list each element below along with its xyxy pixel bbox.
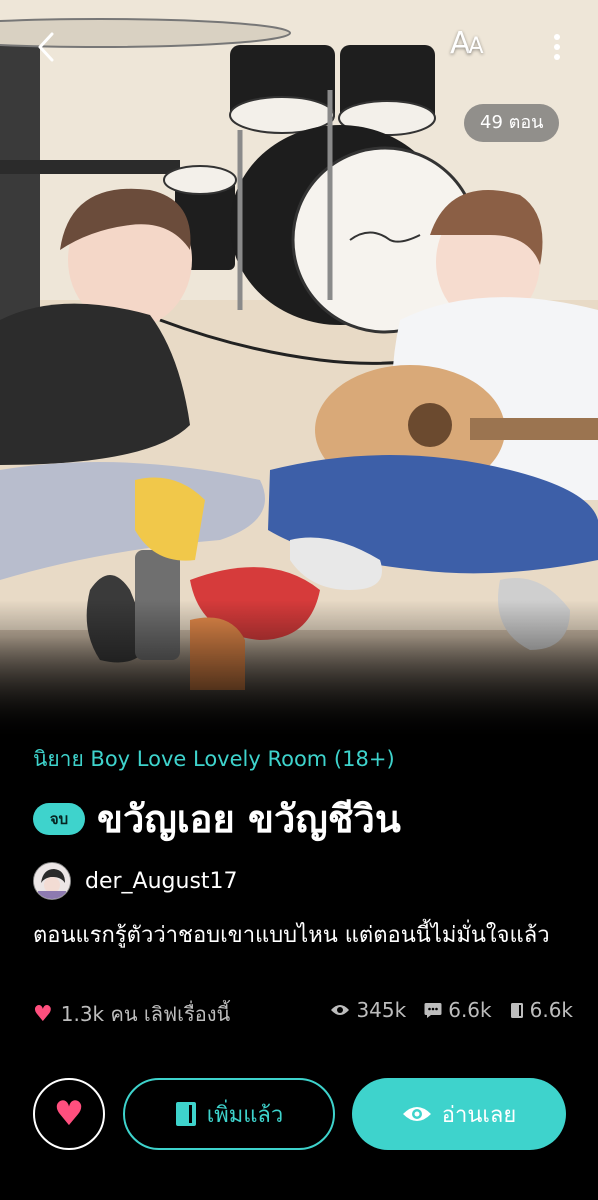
heart-icon: ♥ <box>53 1094 85 1134</box>
back-arrow-icon <box>38 32 54 62</box>
heart-icon: ♥ <box>33 1001 53 1027</box>
comment-icon <box>424 1002 442 1018</box>
library-stat: 6.6k <box>510 998 573 1022</box>
library-count: 6.6k <box>529 998 573 1022</box>
title-row: จบ ขวัญเอย ขวัญชีวิน <box>33 788 401 849</box>
novel-title: ขวัญเอย ขวัญชีวิน <box>97 797 401 841</box>
novel-description: ตอนแรกรู้ตัวว่าชอบเขาแบบไหน แต่ตอนนี้ไม่… <box>33 923 550 948</box>
book-icon <box>175 1102 196 1126</box>
author-row[interactable]: der_August17 <box>33 862 238 900</box>
comments-stat: 6.6k <box>424 998 492 1022</box>
views-count: 345k <box>356 998 407 1022</box>
eye-icon <box>331 1005 350 1015</box>
font-size-button[interactable]: AA <box>450 26 484 61</box>
library-button-label: เพิ่มแล้ว <box>206 1102 284 1128</box>
add-to-library-button[interactable]: เพิ่มแล้ว <box>123 1078 335 1150</box>
cover-image: AA 49 ตอน <box>0 0 598 740</box>
views-stat: 345k <box>330 998 406 1022</box>
counts-stat: 345k 6.6k 6.6k <box>312 998 573 1022</box>
stats-row: ♥ 1.3k คน เลิฟเรื่องนี้ 345k 6.6k 6.6k <box>33 998 573 1028</box>
book-icon <box>510 1002 523 1018</box>
read-now-button[interactable]: อ่านเลย <box>352 1078 566 1150</box>
episode-count-badge: 49 ตอน <box>464 104 560 142</box>
eye-icon <box>402 1107 431 1121</box>
status-badge: จบ <box>33 802 85 835</box>
author-name[interactable]: der_August17 <box>85 869 238 894</box>
likes-text: 1.3k คน เลิฟเรื่องนี้ <box>60 1002 231 1026</box>
more-vert-icon <box>554 34 560 60</box>
author-avatar[interactable] <box>33 862 71 900</box>
back-button[interactable] <box>30 24 66 70</box>
avatar-image <box>34 863 70 899</box>
like-button[interactable]: ♥ <box>33 1078 105 1150</box>
read-button-label: อ่านเลย <box>441 1102 517 1128</box>
font-size-icon: AA <box>450 26 484 61</box>
comments-count: 6.6k <box>448 998 492 1022</box>
category-label[interactable]: นิยาย Boy Love Lovely Room (18+) <box>33 743 395 776</box>
likes-stat: ♥ 1.3k คน เลิฟเรื่องนี้ <box>33 998 230 1030</box>
more-options-button[interactable] <box>545 24 569 70</box>
